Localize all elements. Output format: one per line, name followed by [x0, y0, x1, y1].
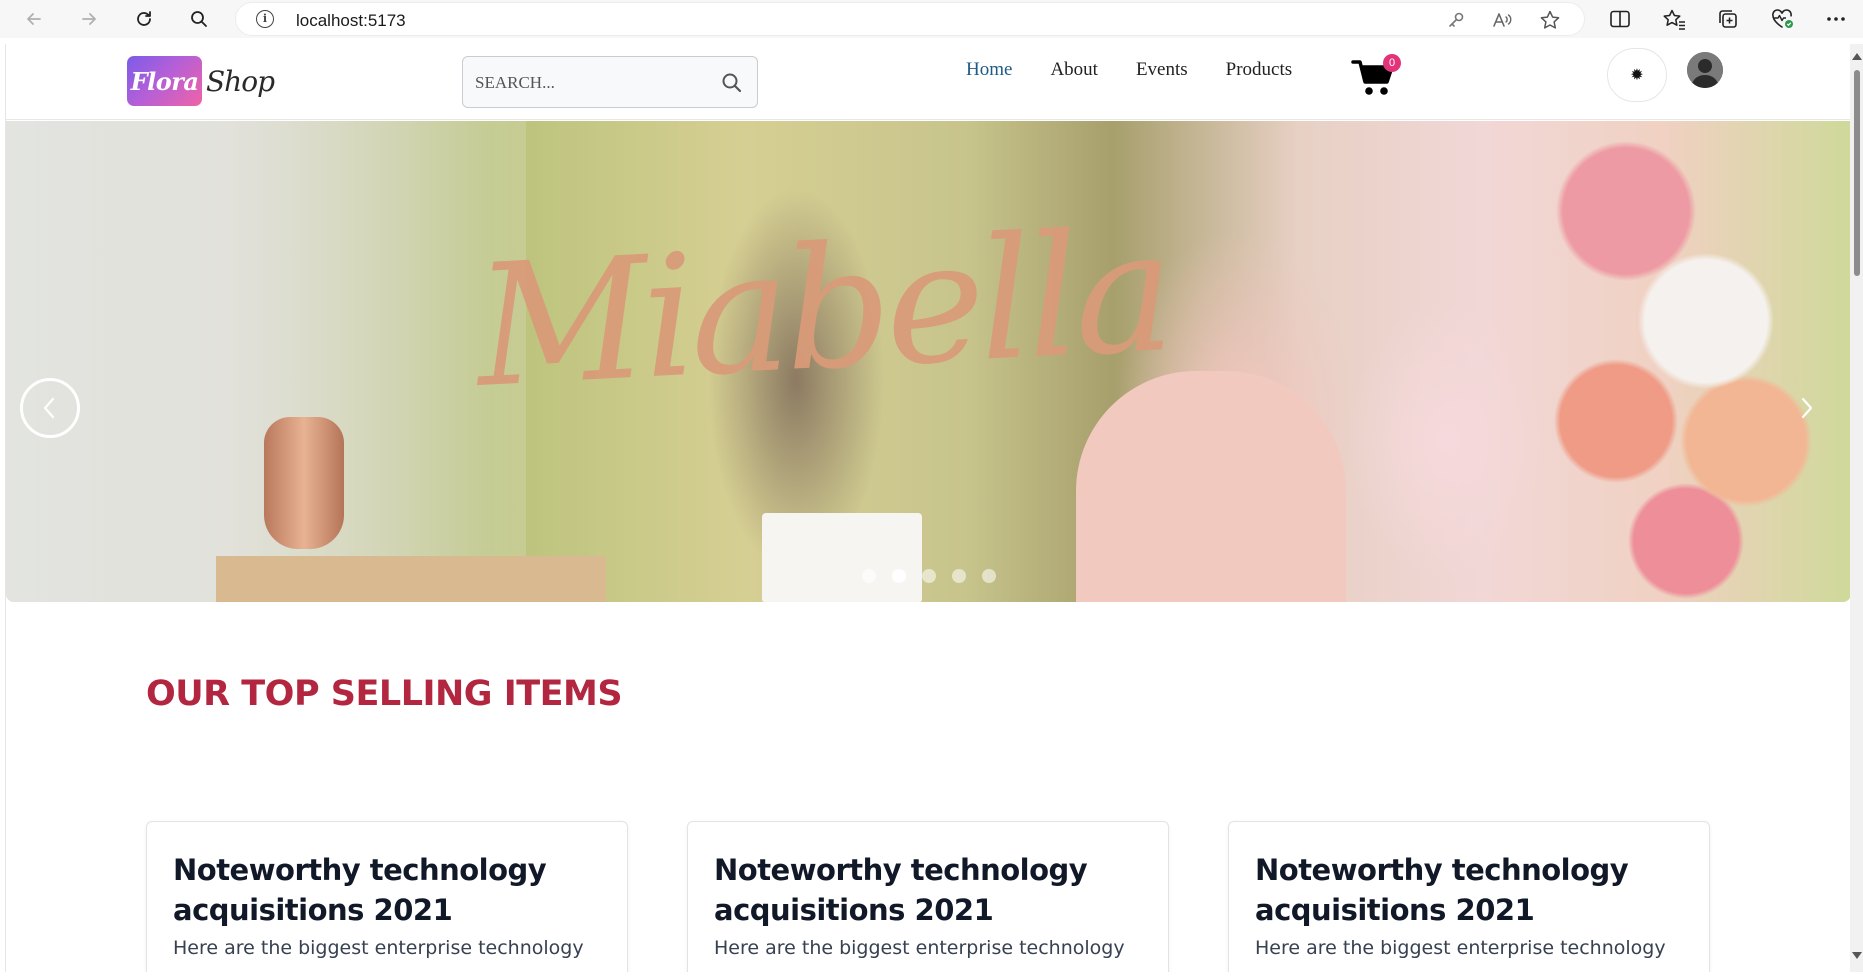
- logo-word: Shop: [206, 64, 275, 98]
- avatar[interactable]: [1687, 52, 1723, 88]
- carousel-dots: [862, 569, 996, 583]
- favorites-icon[interactable]: [1661, 6, 1687, 32]
- key-icon[interactable]: [1444, 8, 1468, 32]
- favorite-star-icon[interactable]: [1538, 8, 1562, 32]
- nav-events[interactable]: Events: [1136, 59, 1188, 89]
- site-header: Flora Shop Home About Events Products 0: [6, 44, 1850, 120]
- hero-background: [6, 121, 526, 602]
- page-scrollbar[interactable]: [1850, 44, 1863, 972]
- card-text: Here are the biggest enterprise technolo…: [173, 937, 584, 959]
- hero-table: [216, 556, 606, 602]
- theme-icon: ✹: [1630, 67, 1644, 84]
- carousel-next-button[interactable]: [1776, 378, 1836, 438]
- product-card[interactable]: Noteworthy technology acquisitions 2021 …: [146, 821, 628, 972]
- card-text: Here are the biggest enterprise technolo…: [714, 937, 1125, 959]
- cart-count-badge: 0: [1383, 54, 1401, 72]
- hero-couple: [1076, 371, 1346, 602]
- section-title: OUR TOP SELLING ITEMS: [146, 674, 623, 714]
- scroll-down-icon[interactable]: [1852, 952, 1862, 959]
- card-title: Noteworthy technology acquisitions 2021: [173, 853, 547, 927]
- nav-home[interactable]: Home: [966, 59, 1012, 89]
- search-icon[interactable]: [719, 70, 745, 96]
- address-bar[interactable]: i localhost:5173: [235, 2, 1585, 36]
- hero-cake: [762, 513, 922, 602]
- card-text: Here are the biggest enterprise technolo…: [1255, 937, 1666, 959]
- main-nav: Home About Events Products: [966, 59, 1330, 89]
- collections-icon[interactable]: [1715, 6, 1741, 32]
- hero-lettering: Miabella: [471, 193, 1174, 425]
- carousel-dot[interactable]: [922, 569, 936, 583]
- info-icon[interactable]: i: [256, 10, 274, 28]
- back-icon[interactable]: [20, 5, 48, 33]
- browser-toolbar: i localhost:5173: [0, 0, 1863, 38]
- logo-badge: Flora: [127, 56, 202, 106]
- carousel-prev-button[interactable]: [20, 378, 80, 438]
- search-icon[interactable]: [185, 5, 213, 33]
- address-url[interactable]: localhost:5173: [296, 11, 406, 31]
- hero-carousel: Miabella: [6, 121, 1850, 602]
- carousel-dot[interactable]: [952, 569, 966, 583]
- theme-toggle-button[interactable]: ✹: [1607, 48, 1667, 102]
- carousel-dot[interactable]: [862, 569, 876, 583]
- search-input[interactable]: [475, 71, 705, 95]
- split-screen-icon[interactable]: [1607, 6, 1633, 32]
- scroll-thumb[interactable]: [1854, 70, 1860, 276]
- carousel-dot[interactable]: [982, 569, 996, 583]
- refresh-icon[interactable]: [130, 5, 158, 33]
- search-box: [462, 56, 758, 108]
- more-icon[interactable]: [1823, 6, 1849, 32]
- chevron-left-icon: [43, 397, 55, 419]
- carousel-dot[interactable]: [892, 569, 906, 583]
- health-icon[interactable]: [1769, 6, 1795, 32]
- product-card[interactable]: Noteworthy technology acquisitions 2021 …: [687, 821, 1169, 972]
- card-title: Noteworthy technology acquisitions 2021: [714, 853, 1088, 927]
- scroll-up-icon[interactable]: [1852, 53, 1862, 60]
- site-logo[interactable]: Flora Shop: [127, 55, 275, 107]
- avatar-icon: [1687, 52, 1723, 88]
- chevron-right-icon: [1801, 397, 1813, 419]
- read-aloud-icon[interactable]: [1490, 8, 1514, 32]
- forward-icon[interactable]: [75, 5, 103, 33]
- nav-products[interactable]: Products: [1226, 59, 1293, 89]
- product-card[interactable]: Noteworthy technology acquisitions 2021 …: [1228, 821, 1710, 972]
- hero-vase: [264, 417, 344, 549]
- card-title: Noteworthy technology acquisitions 2021: [1255, 853, 1629, 927]
- nav-about[interactable]: About: [1050, 59, 1098, 89]
- page-viewport: Flora Shop Home About Events Products 0: [5, 44, 1850, 972]
